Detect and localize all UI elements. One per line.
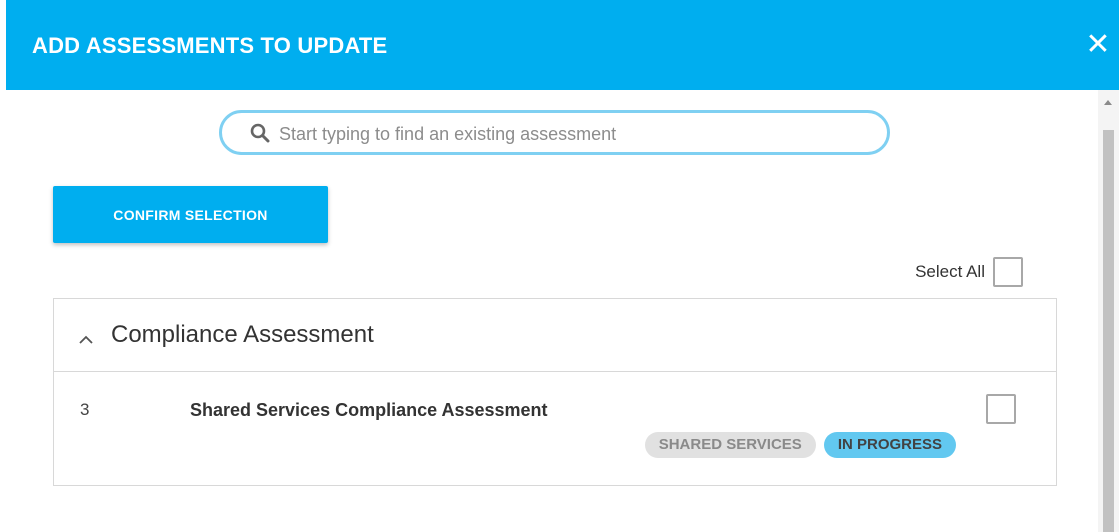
scrollbar-thumb[interactable] [1103,130,1114,532]
dialog-title: ADD ASSESSMENTS TO UPDATE [32,33,388,58]
group-title: Compliance Assessment [111,321,374,348]
search-icon [250,123,270,148]
close-button[interactable]: ✕ [1083,28,1113,62]
assessment-row-checkbox-wrap [986,394,1016,424]
chevron-up-icon[interactable] [79,331,93,349]
select-all-label: Select All [915,262,985,281]
group-header-compliance-assessment[interactable]: Compliance Assessment [54,299,1056,372]
select-all[interactable]: Select All [915,256,1023,288]
confirm-selection-button[interactable]: CONFIRM SELECTION [53,186,328,243]
select-all-checkbox[interactable] [993,257,1023,287]
search-box[interactable] [219,110,890,155]
assessment-id: 3 [80,400,90,419]
assessment-title: Shared Services Compliance Assessment [190,400,548,420]
close-icon: ✕ [1085,28,1111,61]
tag-badge: SHARED SERVICES [644,432,816,458]
search-input[interactable] [277,120,871,148]
scrollbar[interactable] [1098,90,1119,532]
assessment-group: Compliance Assessment 3 Shared Services … [53,298,1057,486]
dialog-header: ADD ASSESSMENTS TO UPDATE ✕ [6,0,1119,90]
badge-list: SHARED SERVICES IN PROGRESS [644,432,956,458]
status-badge: IN PROGRESS [823,432,956,458]
assessment-checkbox[interactable] [986,394,1016,424]
scroll-up-arrow-icon[interactable] [1104,100,1112,105]
